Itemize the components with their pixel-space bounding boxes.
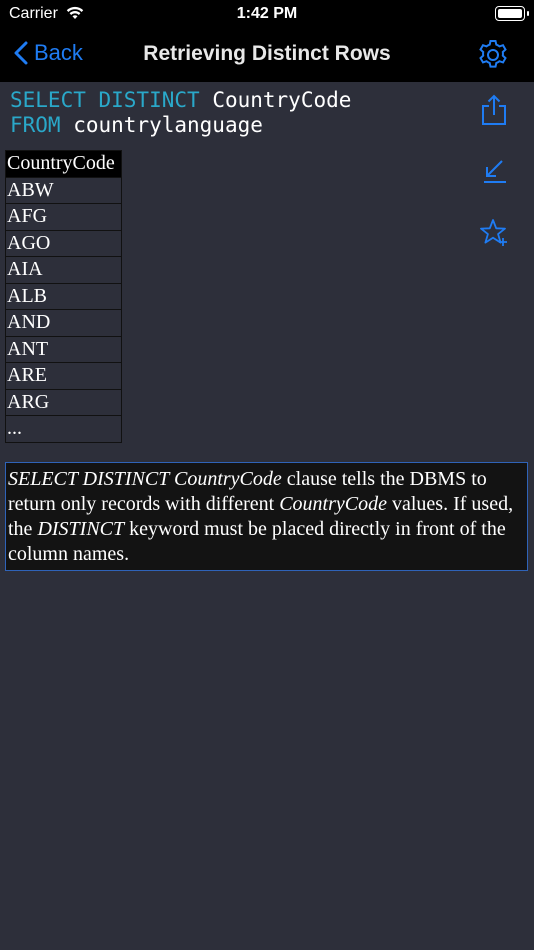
status-bar: Carrier 1:42 PM	[0, 0, 534, 28]
sql-query: SELECT DISTINCT CountryCode FROM country…	[10, 88, 351, 138]
sql-keyword: SELECT DISTINCT	[10, 88, 200, 112]
table-cell: ANT	[5, 335, 122, 363]
explanation-code: SELECT DISTINCT CountryCode	[8, 468, 282, 490]
gear-icon[interactable]	[476, 38, 510, 77]
explanation-box: SELECT DISTINCT CountryCode clause tells…	[5, 462, 528, 571]
arrow-down-left-icon[interactable]	[482, 158, 508, 189]
page-title: Retrieving Distinct Rows	[143, 42, 391, 65]
share-icon[interactable]	[480, 94, 508, 131]
table-row: AGO	[5, 229, 122, 257]
column-header: CountryCode	[5, 150, 122, 178]
clock: 1:42 PM	[236, 5, 298, 22]
table-row: ALB	[5, 282, 122, 310]
star-plus-icon[interactable]	[480, 218, 510, 253]
table-cell: ARG	[5, 388, 122, 416]
table-cell: ...	[5, 415, 122, 443]
table-row: AIA	[5, 256, 122, 284]
table-cell: ABW	[5, 176, 122, 204]
explanation-code: DISTINCT	[37, 518, 125, 540]
sql-identifier: countrylanguage	[73, 113, 263, 137]
table-cell: AFG	[5, 203, 122, 231]
table-cell: AND	[5, 309, 122, 337]
result-table: CountryCode ABW AFG AGO AIA ALB AND ANT …	[5, 150, 122, 443]
table-row: ANT	[5, 335, 122, 363]
table-cell: ARE	[5, 362, 122, 390]
table-row: ARG	[5, 388, 122, 416]
battery-icon	[495, 6, 529, 21]
table-cell: AGO	[5, 229, 122, 257]
sql-keyword: FROM	[10, 113, 61, 137]
table-row: ...	[5, 415, 122, 443]
table-row: AND	[5, 309, 122, 337]
sql-identifier: CountryCode	[212, 88, 352, 112]
table-header-row: CountryCode	[5, 150, 122, 178]
table-cell: ALB	[5, 282, 122, 310]
table-row: ABW	[5, 176, 122, 204]
table-cell: AIA	[5, 256, 122, 284]
table-row: ARE	[5, 362, 122, 390]
explanation-code: CountryCode	[279, 493, 387, 515]
navigation-bar: Back Retrieving Distinct Rows	[0, 28, 534, 82]
table-row: AFG	[5, 203, 122, 231]
